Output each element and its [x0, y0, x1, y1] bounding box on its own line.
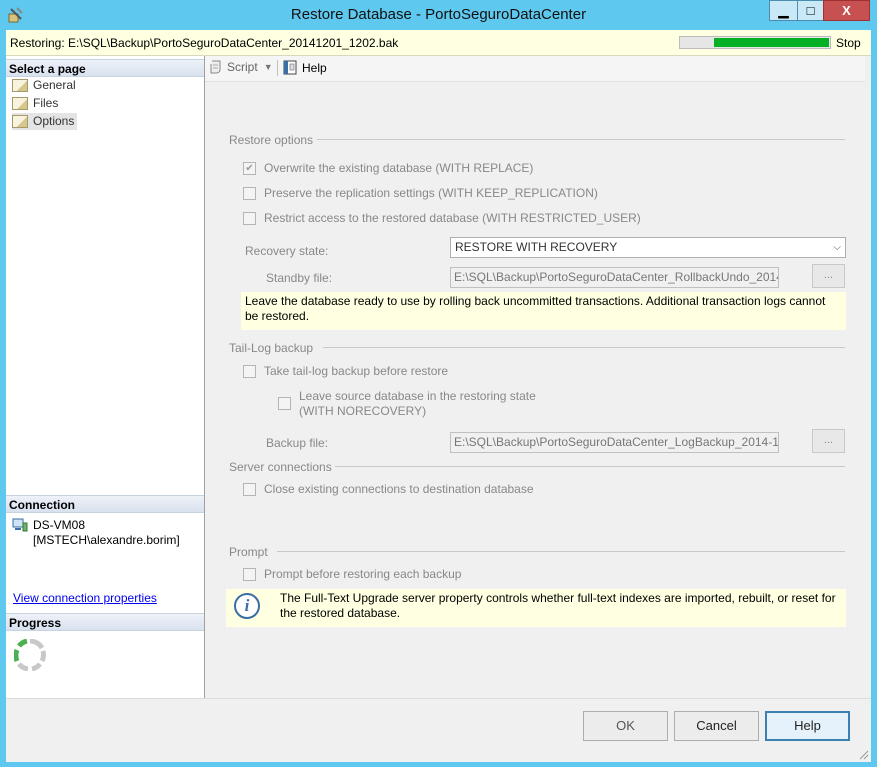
chevron-down-icon[interactable]: ▼	[264, 62, 273, 72]
connection-header: Connection	[6, 495, 204, 513]
close-button[interactable]: X	[823, 0, 870, 21]
leave-source-label-line1: Leave source database in the restoring s…	[299, 389, 536, 403]
restore-status-bar: Restoring: E:\SQL\Backup\PortoSeguroData…	[6, 30, 871, 56]
stop-button[interactable]: Stop	[836, 36, 861, 50]
script-label: Script	[227, 60, 258, 74]
page-item-label: Options	[33, 114, 75, 128]
page-item-options[interactable]: Options	[12, 113, 78, 130]
standby-file-input[interactable]: E:\SQL\Backup\PortoSeguroDataCenter_Roll…	[450, 267, 779, 288]
leave-source-label-line2: (WITH NORECOVERY)	[299, 404, 427, 418]
page-icon	[12, 115, 28, 128]
restore-status-text: Restoring: E:\SQL\Backup\PortoSeguroData…	[10, 36, 399, 50]
view-connection-properties-link[interactable]: View connection properties	[13, 591, 157, 605]
backup-file-label: Backup file:	[266, 436, 329, 450]
recovery-state-label: Recovery state:	[245, 244, 329, 258]
take-tail-log-option[interactable]: Take tail-log backup before restore	[243, 364, 448, 378]
dialog-footer: OK Cancel Help	[6, 698, 871, 762]
select-page-header: Select a page	[6, 59, 204, 77]
progress-header: Progress	[6, 613, 204, 631]
server-connection-icon	[12, 518, 28, 532]
help-book-icon	[283, 60, 297, 75]
page-icon	[12, 79, 28, 92]
script-icon	[210, 60, 221, 74]
chevron-down-icon[interactable]: ⌵	[833, 238, 841, 257]
dialog-client: Restoring: E:\SQL\Backup\PortoSeguroData…	[6, 30, 871, 762]
group-divider	[277, 551, 845, 552]
standby-file-label: Standby file:	[266, 271, 333, 285]
restrict-access-checkbox[interactable]	[243, 212, 256, 225]
preserve-replication-option[interactable]: Preserve the replication settings (WITH …	[243, 186, 598, 200]
left-pane: Select a page General Files Options Conn…	[6, 56, 205, 761]
ok-button[interactable]: OK	[583, 711, 668, 741]
help-toolbar-label: Help	[302, 60, 327, 75]
page-item-general[interactable]: General	[12, 77, 76, 94]
leave-source-label: Leave source database in the restoring s…	[299, 389, 536, 419]
backup-file-browse-button[interactable]: ...	[812, 429, 845, 453]
toolbar-divider	[277, 60, 278, 76]
close-connections-checkbox[interactable]	[243, 483, 256, 496]
recovery-description: Leave the database ready to use by rolli…	[241, 292, 846, 330]
script-button[interactable]: Script ▼	[209, 60, 273, 74]
backup-file-input[interactable]: E:\SQL\Backup\PortoSeguroDataCenter_LogB…	[450, 432, 779, 453]
standby-file-browse-button[interactable]: ...	[812, 264, 845, 288]
take-tail-log-label: Take tail-log backup before restore	[264, 364, 449, 378]
page-item-label: Files	[33, 96, 59, 110]
prompt-group-title: Prompt	[229, 545, 268, 559]
help-toolbar-button[interactable]: Help	[283, 60, 327, 75]
minimize-button[interactable]: ▁	[769, 0, 798, 21]
preserve-replication-checkbox[interactable]	[243, 187, 256, 200]
page-item-files[interactable]: Files	[12, 95, 58, 112]
connection-server: DS-VM08	[33, 518, 86, 532]
prompt-option[interactable]: Prompt before restoring each backup	[243, 567, 461, 581]
window-title: Restore Database - PortoSeguroDataCenter	[290, 6, 587, 23]
restrict-access-label: Restrict access to the restored database…	[264, 211, 641, 225]
restrict-access-option[interactable]: Restrict access to the restored database…	[243, 211, 641, 225]
restore-progress-fill	[714, 38, 829, 47]
overwrite-option[interactable]: ✔ Overwrite the existing database (WITH …	[243, 161, 533, 175]
cancel-button[interactable]: Cancel	[674, 711, 759, 741]
maximize-button[interactable]: □	[797, 0, 824, 21]
recovery-state-value: RESTORE WITH RECOVERY	[455, 240, 618, 254]
restore-progress-bar	[679, 36, 831, 49]
connection-user: [MSTECH\alexandre.borim]	[33, 533, 180, 547]
recovery-state-dropdown[interactable]: RESTORE WITH RECOVERY ⌵	[450, 237, 846, 258]
group-divider	[335, 466, 845, 467]
full-text-info-text: The Full-Text Upgrade server property co…	[280, 591, 836, 620]
page-toolbar: Script ▼ Help	[205, 56, 865, 82]
options-page: Script ▼ Help Restore options ✔ Overwrit…	[205, 56, 865, 697]
window-frame: Restore Database - PortoSeguroDataCenter…	[0, 0, 877, 767]
help-button[interactable]: Help	[765, 711, 850, 741]
page-icon	[12, 97, 28, 110]
leave-source-option[interactable]: Leave source database in the restoring s…	[278, 389, 536, 419]
close-connections-option[interactable]: Close existing connections to destinatio…	[243, 482, 534, 496]
group-divider	[317, 139, 845, 140]
server-connections-group-title: Server connections	[229, 460, 332, 474]
overwrite-checkbox[interactable]: ✔	[243, 162, 256, 175]
leave-source-checkbox[interactable]	[278, 397, 291, 410]
overwrite-label: Overwrite the existing database (WITH RE…	[264, 161, 534, 175]
progress-spinner-icon	[14, 639, 46, 671]
tail-log-group-title: Tail-Log backup	[229, 341, 314, 355]
title-bar[interactable]: Restore Database - PortoSeguroDataCenter…	[0, 0, 877, 30]
restore-options-group-title: Restore options	[229, 133, 314, 147]
page-item-label: General	[33, 78, 76, 92]
info-icon: i	[234, 593, 260, 619]
resize-grip-icon[interactable]	[859, 750, 869, 760]
preserve-replication-label: Preserve the replication settings (WITH …	[264, 186, 598, 200]
prompt-label: Prompt before restoring each backup	[264, 567, 462, 581]
prompt-checkbox[interactable]	[243, 568, 256, 581]
take-tail-log-checkbox[interactable]	[243, 365, 256, 378]
full-text-info-panel: i The Full-Text Upgrade server property …	[226, 589, 846, 627]
group-divider	[323, 347, 845, 348]
close-connections-label: Close existing connections to destinatio…	[264, 482, 534, 496]
